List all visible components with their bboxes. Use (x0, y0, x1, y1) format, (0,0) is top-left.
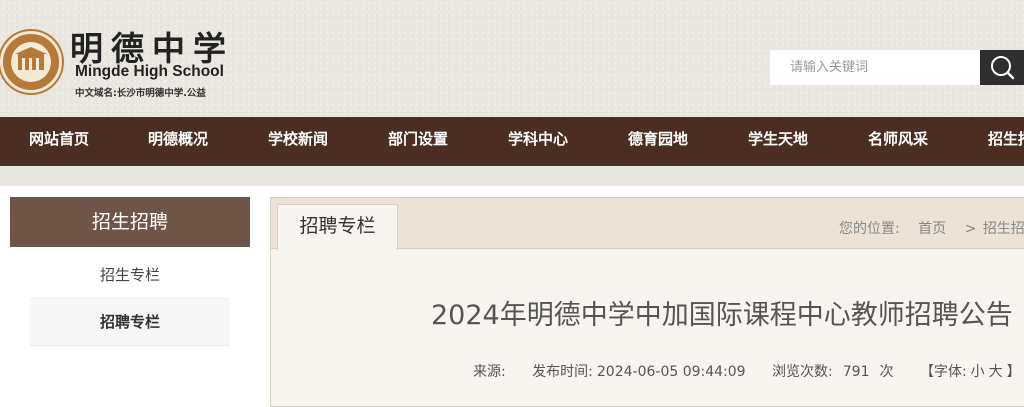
article-title: 2024年明德中学中加国际课程中心教师招聘公告 (431, 300, 1013, 331)
breadcrumb-home-link[interactable]: 首页 (918, 221, 946, 237)
breadcrumb-separator: > (964, 221, 977, 237)
content-tab-bar: 招聘专栏 您的位置: 首页 > 招生招聘 (271, 198, 1024, 250)
views-unit: 次 (879, 364, 894, 380)
main-nav: 网站首页 明德概况 学校新闻 部门设置 学科中心 德育园地 学生天地 名师风采 … (0, 117, 1024, 166)
nav-item-overview[interactable]: 明德概况 (148, 117, 208, 166)
breadcrumb-current-link[interactable]: 招生招聘 (983, 221, 1024, 237)
nav-item-students[interactable]: 学生天地 (748, 117, 808, 166)
nav-item-teachers[interactable]: 名师风采 (868, 117, 928, 166)
search-button[interactable] (980, 50, 1024, 85)
article-meta: 来源: 发布时间: 2024-06-05 09:44:09 浏览次数: 791 次 【… (473, 361, 1024, 381)
sidebar-item-hiring[interactable]: 招聘专栏 (30, 298, 230, 346)
views-count: 791 (842, 364, 870, 380)
search-icon (991, 56, 1015, 80)
school-seal-logo[interactable] (0, 31, 62, 93)
sidebar-item-admissions[interactable]: 招生专栏 (30, 252, 230, 298)
source-label: 来源: (473, 364, 506, 380)
font-size-close: 】 (1006, 364, 1021, 380)
font-size-label: 【字体: (919, 364, 967, 380)
publish-time-label: 发布时间: (532, 364, 593, 380)
building-icon (15, 47, 47, 70)
nav-item-news[interactable]: 学校新闻 (268, 117, 328, 166)
font-large-button[interactable]: 大 (989, 364, 1003, 380)
nav-item-departments[interactable]: 部门设置 (388, 117, 448, 166)
search-input[interactable] (770, 50, 980, 85)
content-panel: 招聘专栏 您的位置: 首页 > 招生招聘 2024年明德中学中加国际课程中心教师… (270, 197, 1024, 407)
breadcrumb: 您的位置: 首页 > 招生招聘 (839, 218, 1024, 238)
logo-english-name[interactable]: Mingde High School (75, 63, 224, 81)
sidebar-title: 招生招聘 (10, 197, 250, 247)
header-bottom-band (0, 166, 1024, 186)
views-label: 浏览次数: (772, 364, 833, 380)
site-header: 明德中学 Mingde High School 中文域名:长沙市明德中学.公益 (0, 0, 1024, 117)
publish-time: 2024-06-05 09:44:09 (596, 364, 746, 380)
chinese-domain-text: 中文域名:长沙市明德中学.公益 (75, 88, 206, 99)
nav-item-moral-edu[interactable]: 德育园地 (628, 117, 688, 166)
nav-item-recruitment[interactable]: 招生招聘 (988, 117, 1024, 166)
font-small-button[interactable]: 小 (971, 364, 985, 380)
nav-item-subjects[interactable]: 学科中心 (508, 117, 568, 166)
breadcrumb-prefix: 您的位置: (839, 221, 900, 237)
tab-hiring[interactable]: 招聘专栏 (277, 204, 398, 250)
nav-item-home[interactable]: 网站首页 (29, 117, 89, 166)
